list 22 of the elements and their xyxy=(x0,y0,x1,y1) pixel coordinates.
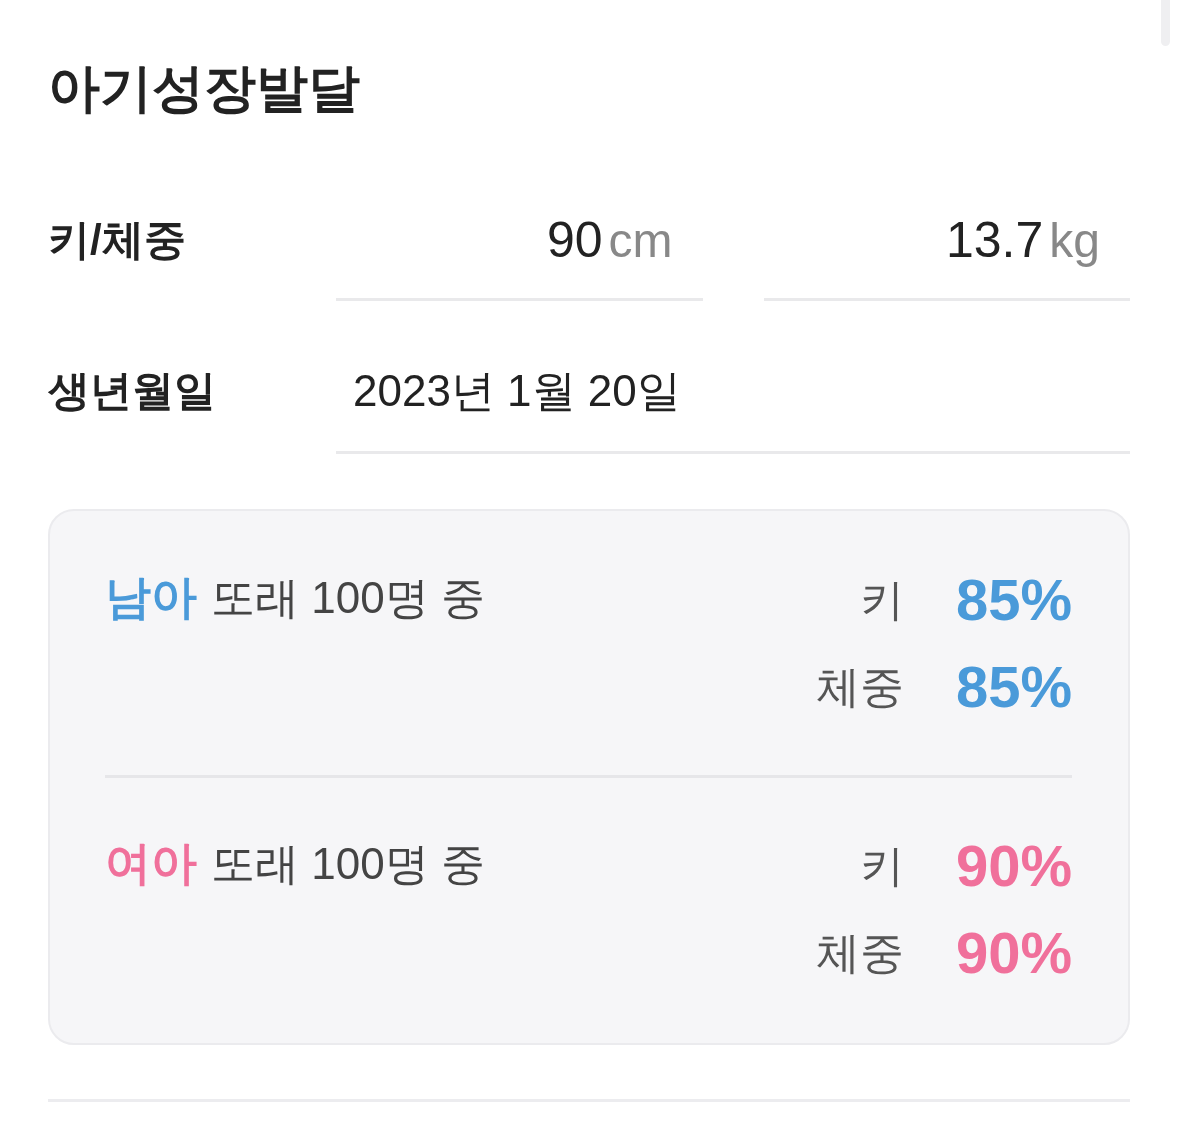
page-title: 아기성장발달 xyxy=(48,58,360,119)
unit-label: kg xyxy=(1049,213,1100,269)
percentile-value: 85% xyxy=(955,655,1072,719)
percentile-value: 90% xyxy=(955,921,1072,985)
group-label: 남아 xyxy=(105,570,197,625)
field-value: 90 xyxy=(546,211,603,270)
metric-label: 키 xyxy=(859,574,904,626)
metric-label: 키 xyxy=(859,840,904,892)
input-field[interactable]: 13.7 kg xyxy=(763,185,1130,301)
metric-label: 체중 xyxy=(815,661,904,713)
metric-label: 체중 xyxy=(815,927,904,979)
input-field[interactable]: 90cm xyxy=(336,185,703,301)
group-caption: 또래 100명 중 xyxy=(211,838,485,890)
percentile-value: 85% xyxy=(955,568,1072,632)
group-caption: 또래 100명 중 xyxy=(211,572,485,624)
unit-label: cm xyxy=(608,213,673,269)
percentile-value: 90% xyxy=(955,834,1072,898)
field-value: 13.7 xyxy=(945,211,1044,270)
date-field[interactable]: 2023년 1월 20일 xyxy=(336,336,1130,454)
group-label: 여아 xyxy=(105,836,197,891)
field-label: 생년월일 xyxy=(48,366,216,416)
field-label: 키/체중 xyxy=(48,215,186,265)
